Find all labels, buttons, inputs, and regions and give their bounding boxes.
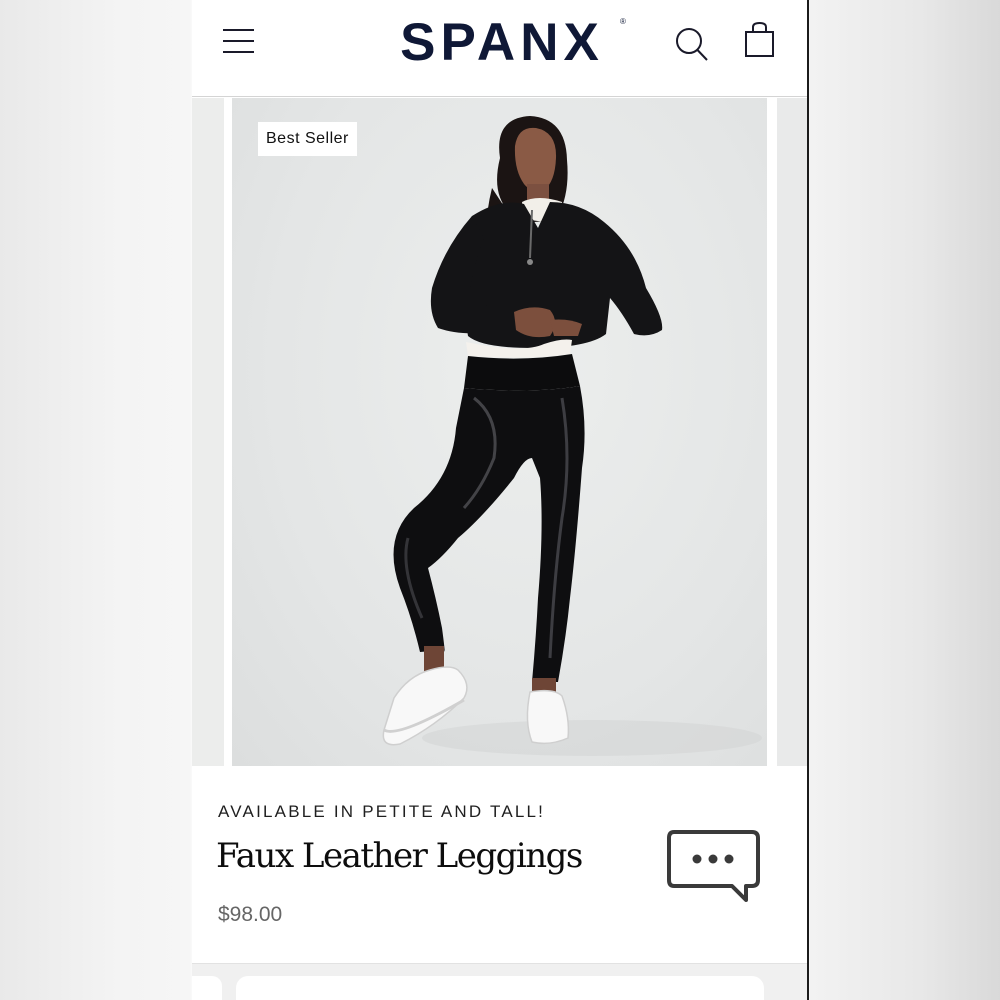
product-image-carousel[interactable]: Best Seller [192, 98, 807, 766]
previous-slide-peek[interactable] [192, 98, 224, 766]
mobile-viewport: SPANX ® Best Seller AVAILABLE IN PETITE … [192, 0, 809, 1000]
product-title[interactable]: Faux Leather Leggings [216, 836, 583, 876]
best-seller-badge: Best Seller [258, 122, 357, 156]
search-icon[interactable] [674, 24, 710, 64]
model-illustration [382, 116, 762, 756]
shopping-bag-icon[interactable] [742, 20, 776, 60]
next-card[interactable] [236, 976, 764, 1000]
chat-bubble-icon[interactable] [666, 828, 762, 908]
spanx-logo[interactable]: SPANX [372, 8, 632, 78]
product-image[interactable]: Best Seller [232, 98, 767, 766]
registered-mark: ® [620, 17, 626, 26]
product-info: AVAILABLE IN PETITE AND TALL! Faux Leath… [192, 766, 807, 963]
next-section-preview [192, 963, 807, 1000]
availability-note: AVAILABLE IN PETITE AND TALL! [218, 802, 546, 821]
product-price: $98.00 [218, 903, 283, 926]
hamburger-menu-icon[interactable] [220, 26, 256, 56]
next-card-peek [192, 976, 222, 1000]
site-header: SPANX ® [192, 0, 807, 97]
next-slide-peek[interactable] [777, 98, 807, 766]
